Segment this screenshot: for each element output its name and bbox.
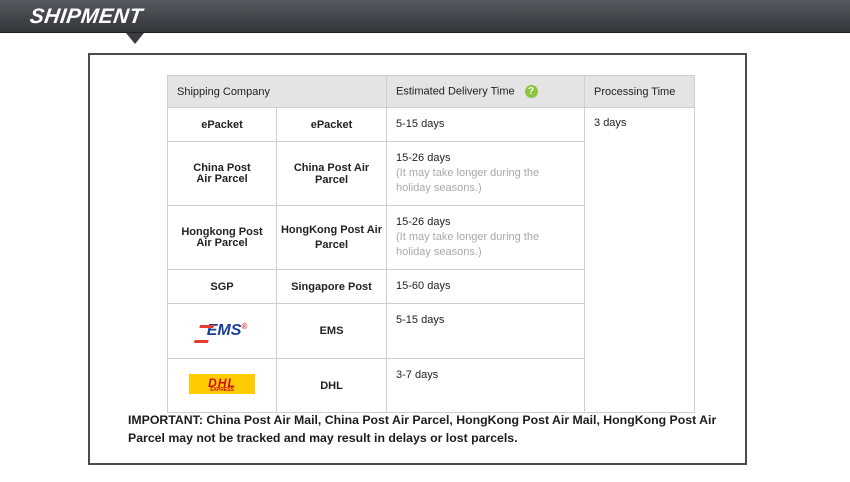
table-row: ePacket ePacket 5-15 days 3 days	[167, 107, 696, 413]
processing-time-cell: 3 days	[584, 107, 696, 413]
delivery-time: 5-15 days	[386, 107, 586, 142]
page-title: SHIPMENT	[28, 5, 145, 28]
processing-time-value: 3 days	[594, 117, 627, 129]
delivery-time: 15-26 days (It may take longer during the…	[386, 141, 586, 206]
delivery-time: 5-15 days	[386, 303, 586, 359]
carrier-logo-ems: EMS®	[167, 303, 277, 359]
important-notice: IMPORTANT: China Post Air Mail, China Po…	[128, 413, 717, 445]
ems-logo-icon: EMS®	[193, 322, 248, 343]
shipping-table: Shipping Company Estimated Delivery Time…	[166, 75, 696, 413]
delivery-days: 15-26 days	[396, 152, 451, 164]
carrier-logo-dhl: DHL EXPRESS	[167, 358, 277, 413]
delivery-time: 15-26 days (It may take longer during the…	[386, 205, 586, 270]
dhl-logo-icon: DHL EXPRESS	[189, 374, 255, 394]
carrier-name: EMS	[275, 303, 388, 359]
ems-logo-mark: ®	[241, 322, 248, 331]
carrier-name: China Post Air Parcel	[275, 141, 388, 206]
carrier-name: DHL	[275, 358, 388, 413]
delivery-time: 3-7 days	[386, 358, 586, 413]
carrier-name: HongKong Post Air Parcel	[275, 205, 388, 270]
carrier-logo-china-post: China Post Air Parcel	[167, 141, 277, 206]
header-delivery-label: Estimated Delivery Time	[396, 85, 515, 98]
delivery-days: 5-15 days	[396, 314, 445, 326]
carrier-logo-hongkong-post: Hongkong Post Air Parcel	[167, 205, 277, 270]
delivery-days: 5-15 days	[396, 118, 445, 130]
header-notch	[126, 33, 144, 44]
header-bar: SHIPMENT	[0, 0, 850, 33]
delivery-note: (It may take longer during the holiday s…	[396, 167, 540, 194]
carrier-name: Singapore Post	[275, 269, 388, 304]
carrier-logo-sgp: SGP	[167, 269, 277, 304]
header-processing-time: Processing Time	[584, 75, 696, 108]
carrier-name: ePacket	[275, 107, 388, 142]
help-icon[interactable]: ?	[524, 85, 538, 98]
header-delivery-time: Estimated Delivery Time?	[386, 75, 586, 108]
delivery-days: 15-60 days	[396, 280, 451, 292]
dhl-logo-subtext: EXPRESS	[210, 387, 234, 393]
delivery-days: 15-26 days	[396, 216, 451, 228]
carrier-logo-epacket: ePacket	[167, 107, 277, 142]
header-shipping-company: Shipping Company	[166, 75, 388, 108]
table-header-row: Shipping Company Estimated Delivery Time…	[166, 75, 696, 108]
delivery-time: 15-60 days	[386, 269, 586, 304]
delivery-days: 3-7 days	[396, 369, 439, 381]
delivery-note: (It may take longer during the holiday s…	[396, 231, 540, 258]
